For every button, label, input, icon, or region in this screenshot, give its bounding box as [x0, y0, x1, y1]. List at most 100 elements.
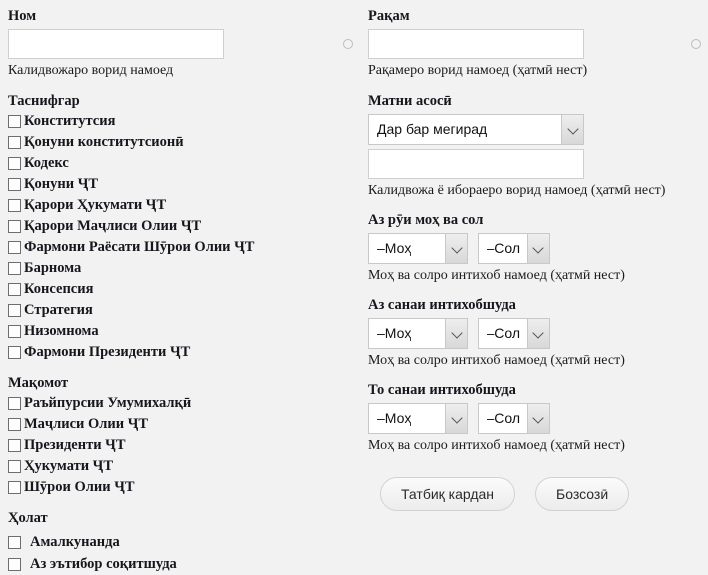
circle-spinner-icon: [343, 39, 353, 49]
from-date-selects: –Моҳ –Сол: [368, 318, 708, 349]
checkbox-row[interactable]: Кодекс: [8, 153, 360, 174]
by-month-select[interactable]: –Моҳ: [368, 233, 468, 264]
checkbox-row[interactable]: Стратегия: [8, 300, 360, 321]
checkbox-label: Аз эътибор соқитшуда: [30, 556, 177, 572]
checkbox-row[interactable]: Низомнома: [8, 321, 360, 342]
maintext-input[interactable]: [368, 149, 584, 179]
authority-checkbox-list: Раъйпурсии Умумихалқӣ Маҷлиси Олии ҶТ Пр…: [8, 393, 360, 498]
checkbox-icon[interactable]: [8, 304, 21, 317]
checkbox-row[interactable]: Аз эътибор соқитшуда: [8, 553, 360, 575]
by-month-year-help: Моҳ ва солро интихоб намоед (ҳатмӣ нест): [368, 268, 625, 283]
checkbox-label: Амалкунанда: [30, 534, 120, 550]
checkbox-icon[interactable]: [8, 220, 21, 233]
checkbox-label: Қарори Ҳукумати ҶТ: [24, 197, 167, 213]
checkbox-label: Стратегия: [24, 302, 93, 318]
checkbox-icon[interactable]: [8, 397, 21, 410]
number-field-help: Рақамеро ворид намоед (ҳатмӣ нест): [368, 63, 588, 78]
checkbox-icon[interactable]: [8, 283, 21, 296]
checkbox-row[interactable]: Конститутсия: [8, 111, 360, 132]
from-year-select[interactable]: –Сол: [477, 318, 550, 349]
search-filter-form: Ном Калидвожаро ворид намоед Таснифгар К…: [0, 0, 708, 575]
checkbox-row[interactable]: Қонуни конститутсионӣ: [8, 132, 360, 153]
checkbox-icon[interactable]: [8, 481, 21, 494]
checkbox-icon[interactable]: [8, 418, 21, 431]
chevron-down-icon[interactable]: [526, 234, 549, 263]
name-input[interactable]: [8, 29, 224, 59]
checkbox-label: Президенти ҶТ: [24, 437, 126, 453]
by-month-year-label: Аз рӯи моҳ ва сол: [368, 212, 484, 228]
maintext-match-select[interactable]: Дар бар мегирад: [368, 114, 584, 145]
status-checkbox-list: Амалкунанда Аз эътибор соқитшуда: [8, 531, 360, 575]
number-input-wrapper: [368, 29, 708, 59]
checkbox-label: Қонуни конститутсионӣ: [24, 134, 184, 150]
checkbox-label: Фармони Раёсати Шӯрои Олии ҶТ: [24, 239, 255, 255]
chevron-down-icon[interactable]: [445, 234, 467, 263]
right-column: Рақам Рақамеро ворид намоед (ҳатмӣ нест)…: [368, 0, 708, 511]
checkbox-row[interactable]: Президенти ҶТ: [8, 435, 360, 456]
checkbox-row[interactable]: Шӯрои Олии ҶТ: [8, 477, 360, 498]
checkbox-icon[interactable]: [8, 157, 21, 170]
apply-button[interactable]: Татбиқ кардан: [380, 477, 516, 511]
checkbox-icon[interactable]: [8, 439, 21, 452]
from-year-select-value: –Сол: [486, 325, 521, 341]
checkbox-row[interactable]: Қарори Ҳукумати ҶТ: [8, 195, 360, 216]
checkbox-icon[interactable]: [8, 535, 21, 549]
checkbox-label: Шӯрои Олии ҶТ: [24, 479, 135, 495]
checkbox-icon[interactable]: [8, 178, 21, 191]
checkbox-icon[interactable]: [8, 346, 21, 359]
authority-group: Мақомот Раъйпурсии Умумихалқӣ Маҷлиси Ол…: [8, 373, 360, 498]
name-field-help: Калидвожаро ворид намоед: [8, 63, 174, 78]
checkbox-row[interactable]: Қонуни ҶТ: [8, 174, 360, 195]
checkbox-icon[interactable]: [8, 460, 21, 473]
chevron-down-icon[interactable]: [445, 319, 467, 348]
checkbox-row[interactable]: Консепсия: [8, 279, 360, 300]
checkbox-label: Маҷлиси Олии ҶТ: [24, 416, 149, 432]
to-date-help: Моҳ ва солро интихоб намоед (ҳатмӣ нест): [368, 438, 625, 453]
checkbox-row[interactable]: Фармони Президенти ҶТ: [8, 342, 360, 363]
checkbox-icon[interactable]: [8, 262, 21, 275]
checkbox-icon[interactable]: [8, 136, 21, 149]
from-date-help: Моҳ ва солро интихоб намоед (ҳатмӣ нест): [368, 353, 625, 368]
chevron-down-icon[interactable]: [561, 115, 583, 144]
checkbox-icon[interactable]: [8, 115, 21, 128]
checkbox-row[interactable]: Қарори Маҷлиси Олии ҶТ: [8, 216, 360, 237]
chevron-down-icon[interactable]: [526, 319, 549, 348]
status-heading: Ҳолат: [8, 510, 48, 526]
to-month-select[interactable]: –Моҳ: [368, 403, 468, 434]
checkbox-label: Конститутсия: [24, 113, 116, 129]
checkbox-row[interactable]: Раъйпурсии Умумихалқӣ: [8, 393, 360, 414]
by-month-select-value: –Моҳ: [377, 240, 412, 256]
checkbox-icon[interactable]: [8, 325, 21, 338]
checkbox-icon[interactable]: [8, 557, 21, 571]
reset-button[interactable]: Бозсозӣ: [535, 477, 630, 511]
checkbox-icon[interactable]: [8, 199, 21, 212]
to-date-group: То санаи интихобшуда –Моҳ –Сол Моҳ ва со…: [368, 380, 708, 455]
number-input[interactable]: [368, 29, 584, 59]
by-year-select[interactable]: –Сол: [477, 233, 550, 264]
checkbox-label: Консепсия: [24, 281, 94, 297]
maintext-match-select-value: Дар бар мегирад: [377, 121, 488, 137]
checkbox-row[interactable]: Маҷлиси Олии ҶТ: [8, 414, 360, 435]
checkbox-label: Кодекс: [24, 155, 69, 171]
name-input-wrapper: [8, 29, 360, 59]
checkbox-row[interactable]: Ҳукумати ҶТ: [8, 456, 360, 477]
from-month-select[interactable]: –Моҳ: [368, 318, 468, 349]
checkbox-row[interactable]: Фармони Раёсати Шӯрои Олии ҶТ: [8, 237, 360, 258]
form-actions: Татбиқ кардан Бозсозӣ: [380, 477, 708, 511]
checkbox-label: Фармони Президенти ҶТ: [24, 344, 191, 360]
checkbox-label: Барнома: [24, 260, 82, 276]
classifier-checkbox-list: Конститутсия Қонуни конститутсионӣ Кодек…: [8, 111, 360, 363]
chevron-down-icon[interactable]: [445, 404, 467, 433]
number-field-group: Рақам Рақамеро ворид намоед (ҳатмӣ нест): [368, 6, 708, 80]
checkbox-row[interactable]: Барнома: [8, 258, 360, 279]
checkbox-icon[interactable]: [8, 241, 21, 254]
by-year-select-value: –Сол: [486, 240, 521, 256]
to-month-select-value: –Моҳ: [377, 410, 412, 426]
left-column: Ном Калидвожаро ворид намоед Таснифгар К…: [8, 0, 360, 575]
to-date-label: То санаи интихобшуда: [368, 382, 516, 398]
chevron-down-icon[interactable]: [526, 404, 549, 433]
checkbox-label: Қонуни ҶТ: [24, 176, 99, 192]
to-year-select[interactable]: –Сол: [477, 403, 550, 434]
from-date-label: Аз санаи интихобшуда: [368, 297, 516, 313]
checkbox-row[interactable]: Амалкунанда: [8, 531, 360, 553]
